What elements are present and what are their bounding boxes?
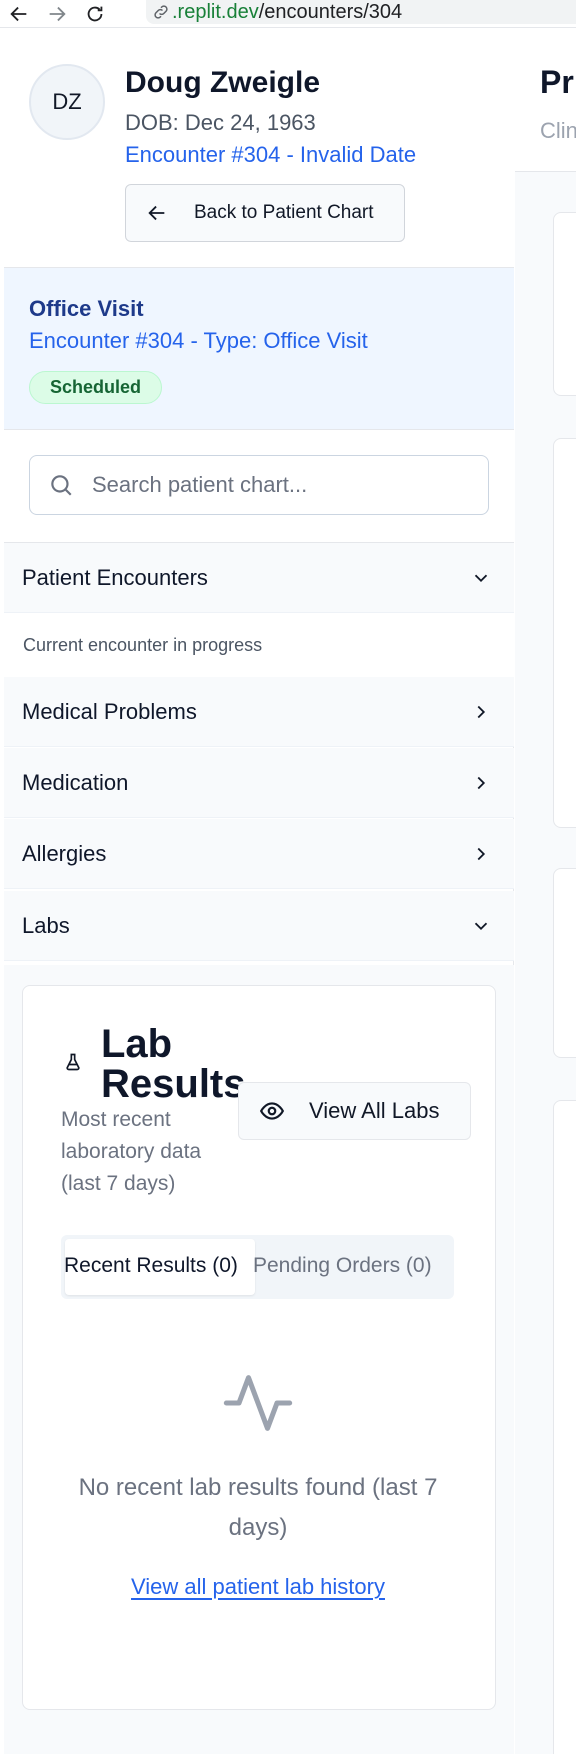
lab-tabs: Recent Results (0) Pending Orders (0) (61, 1235, 454, 1299)
encounter-link[interactable]: Encounter #304 - Invalid Date (125, 142, 416, 168)
main-card (553, 438, 576, 828)
section-patient-encounters[interactable]: Patient Encounters (4, 543, 514, 613)
view-all-labs-label: View All Labs (309, 1098, 440, 1123)
search-icon (51, 475, 72, 496)
search-section (4, 430, 514, 543)
reload-icon[interactable] (76, 0, 114, 28)
main-panel: Pr Clin (515, 38, 576, 1754)
main-header: Pr Clin (515, 38, 576, 172)
chevron-right-icon (477, 776, 486, 789)
section-label: Medication (22, 769, 129, 795)
browser-toolbar: .replit.dev/encounters/304 (0, 0, 576, 28)
search-input[interactable] (92, 472, 452, 498)
url-host: .replit.dev (172, 0, 259, 23)
lab-results-card: Lab Results Most recent laboratory data … (22, 985, 496, 1710)
status-badge: Scheduled (29, 371, 162, 404)
visit-card: Office Visit Encounter #304 - Type: Offi… (4, 268, 514, 430)
lab-history-link[interactable]: View all patient lab history (23, 1574, 493, 1600)
main-card (553, 868, 576, 1058)
patient-dob: DOB: Dec 24, 1963 (125, 110, 316, 135)
empty-message: No recent lab results found (last 7 days… (78, 1474, 438, 1541)
patient-name: Doug Zweigle (125, 66, 320, 99)
activity-icon (223, 1375, 293, 1431)
back-to-chart-label: Back to Patient Chart (194, 202, 374, 223)
link-icon (154, 5, 168, 19)
main-card (553, 212, 576, 396)
visit-title: Office Visit (29, 296, 144, 321)
section-label: Medical Problems (22, 698, 197, 724)
section-label: Patient Encounters (22, 564, 208, 590)
section-medication[interactable]: Medication (4, 748, 514, 818)
labs-panel: Lab Results Most recent laboratory data … (4, 965, 514, 1754)
eye-icon (259, 1102, 285, 1120)
back-to-chart-button[interactable]: Back to Patient Chart (125, 184, 405, 242)
tab-recent-label[interactable]: Recent Results (0) (64, 1254, 238, 1278)
patient-sidebar: DZ Doug Zweigle DOB: Dec 24, 1963 Encoun… (4, 38, 514, 1754)
search-box[interactable] (29, 455, 489, 515)
visit-subtitle: Encounter #304 - Type: Office Visit (29, 328, 368, 353)
patient-header: DZ Doug Zweigle DOB: Dec 24, 1963 Encoun… (4, 38, 514, 268)
lab-results-description: Most recent laboratory data (last 7 days… (61, 1108, 202, 1195)
section-labs[interactable]: Labs (4, 891, 514, 961)
lab-results-title: Lab Results (101, 1022, 246, 1106)
forward-nav-icon[interactable] (38, 0, 76, 28)
view-all-labs-button[interactable]: View All Labs (238, 1082, 471, 1140)
url-path: /encounters/304 (258, 0, 403, 23)
main-title: Pr (540, 64, 574, 100)
section-allergies[interactable]: Allergies (4, 819, 514, 889)
chevron-right-icon (477, 847, 486, 860)
encounters-note: Current encounter in progress (4, 613, 514, 677)
chevron-down-icon (474, 574, 488, 582)
flask-icon (66, 1053, 80, 1071)
section-medical-problems[interactable]: Medical Problems (4, 677, 514, 747)
arrow-left-icon (148, 205, 165, 221)
section-label: Labs (22, 912, 70, 938)
chevron-right-icon (477, 705, 486, 718)
main-subtitle: Clin (540, 118, 576, 143)
section-label: Allergies (22, 840, 107, 866)
back-nav-icon[interactable] (0, 0, 38, 28)
main-card (553, 1100, 576, 1754)
avatar: DZ (29, 64, 105, 140)
chevron-down-icon (474, 922, 488, 930)
address-bar[interactable]: .replit.dev/encounters/304 (146, 0, 576, 24)
tab-pending-orders[interactable]: Pending Orders (0) (253, 1254, 432, 1278)
